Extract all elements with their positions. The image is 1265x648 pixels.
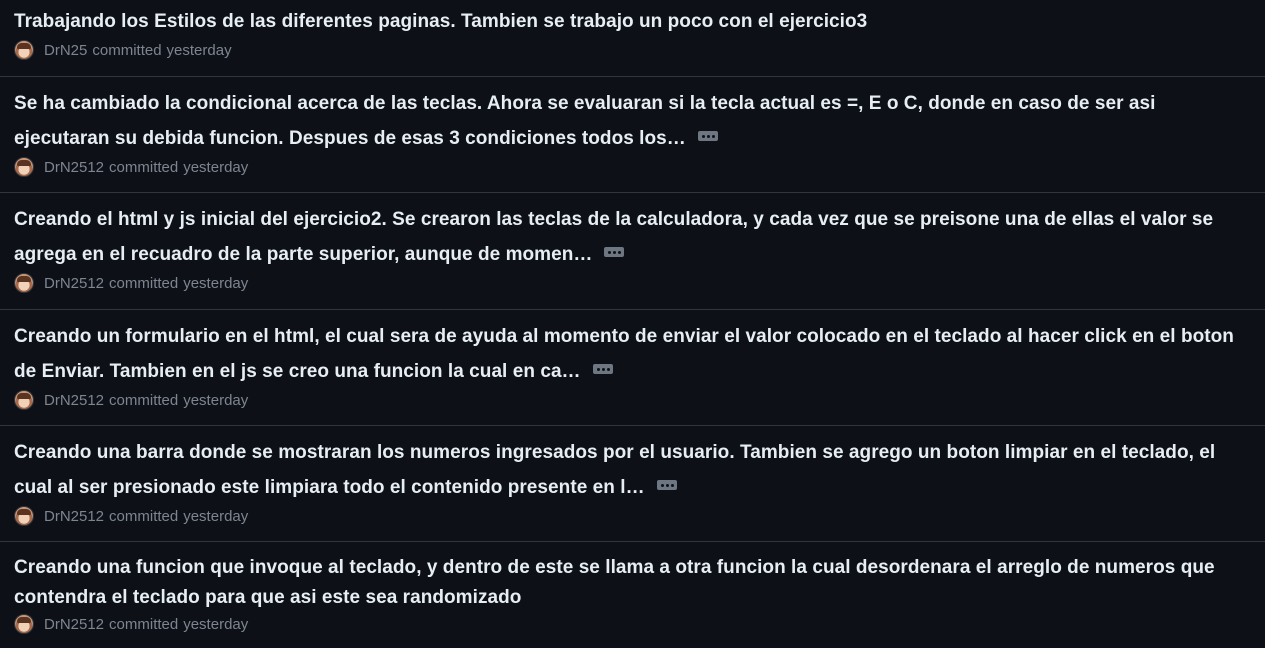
ellipsis-dot [670,484,674,487]
commit-row: Creando una funcion que invoque al tecla… [0,542,1265,648]
commit-action: committed [109,274,179,292]
commit-meta: DrN25 committed yesterday [14,39,1251,61]
commit-author[interactable]: DrN2512 [44,159,104,176]
commit-time: yesterday [183,507,249,525]
commit-meta: DrN2512 committed yesterday [14,389,1251,411]
expand-message-button[interactable] [656,480,677,490]
avatar-hair [17,617,31,623]
ellipsis-dot [711,135,715,138]
commit-meta: DrN2512 committed yesterday [14,505,1251,527]
commit-time: yesterday [183,391,249,409]
ellipsis-dot [706,135,710,138]
commit-author[interactable]: DrN2512 [44,616,104,633]
commit-action: committed [109,158,179,176]
avatar[interactable] [14,40,34,60]
avatar-hair [17,393,31,399]
commit-message: Creando una barra donde se mostraran los… [14,435,1251,505]
avatar[interactable] [14,506,34,526]
commit-action: committed [109,507,179,525]
avatar-hair [17,160,31,166]
commit-message-link[interactable]: Creando una barra donde se mostraran los… [14,442,1215,498]
ellipsis-dot [606,368,610,371]
commit-list: Trabajando los Estilos de las diferentes… [0,0,1265,648]
avatar-hair [17,43,31,49]
commit-message-link[interactable]: Se ha cambiado la condicional acerca de … [14,93,1155,149]
expand-message-button[interactable] [697,131,718,141]
ellipsis-dot [601,368,605,371]
avatar[interactable] [14,273,34,293]
commit-time: yesterday [183,615,249,633]
commit-message-link[interactable]: Trabajando los Estilos de las diferentes… [14,11,867,32]
commit-row: Creando un formulario en el html, el cua… [0,310,1265,426]
commit-author[interactable]: DrN25 [44,42,87,59]
avatar[interactable] [14,157,34,177]
commit-author[interactable]: DrN2512 [44,392,104,409]
commit-action: committed [109,615,179,633]
commit-meta: DrN2512 committed yesterday [14,156,1251,178]
avatar-hair [17,276,31,282]
commit-message: Creando una funcion que invoque al tecla… [14,553,1251,613]
commit-row: Se ha cambiado la condicional acerca de … [0,77,1265,193]
commit-meta: DrN2512 committed yesterday [14,613,1251,635]
commit-author[interactable]: DrN2512 [44,275,104,292]
commit-time: yesterday [166,41,232,59]
ellipsis-dot [613,251,617,254]
commit-message: Creando un formulario en el html, el cua… [14,319,1251,389]
commit-action: committed [92,41,162,59]
commit-message: Creando el html y js inicial del ejercic… [14,202,1251,272]
commit-time: yesterday [183,158,249,176]
ellipsis-dot [701,135,705,138]
ellipsis-dot [660,484,664,487]
commit-row: Trabajando los Estilos de las diferentes… [0,0,1265,77]
commit-meta: DrN2512 committed yesterday [14,272,1251,294]
ellipsis-dot [608,251,612,254]
ellipsis-dot [618,251,622,254]
commit-message: Trabajando los Estilos de las diferentes… [14,9,1251,35]
commit-author[interactable]: DrN2512 [44,508,104,525]
commit-row: Creando una barra donde se mostraran los… [0,426,1265,542]
commit-message-link[interactable]: Creando una funcion que invoque al tecla… [14,557,1215,608]
ellipsis-dot [596,368,600,371]
commit-action: committed [109,391,179,409]
expand-message-button[interactable] [592,364,613,374]
avatar[interactable] [14,390,34,410]
avatar[interactable] [14,614,34,634]
commit-time: yesterday [183,274,249,292]
commit-message-link[interactable]: Creando un formulario en el html, el cua… [14,326,1234,382]
commit-message: Se ha cambiado la condicional acerca de … [14,86,1251,156]
avatar-hair [17,509,31,515]
commit-row: Creando el html y js inicial del ejercic… [0,193,1265,310]
ellipsis-dot [665,484,669,487]
expand-message-button[interactable] [604,247,625,257]
